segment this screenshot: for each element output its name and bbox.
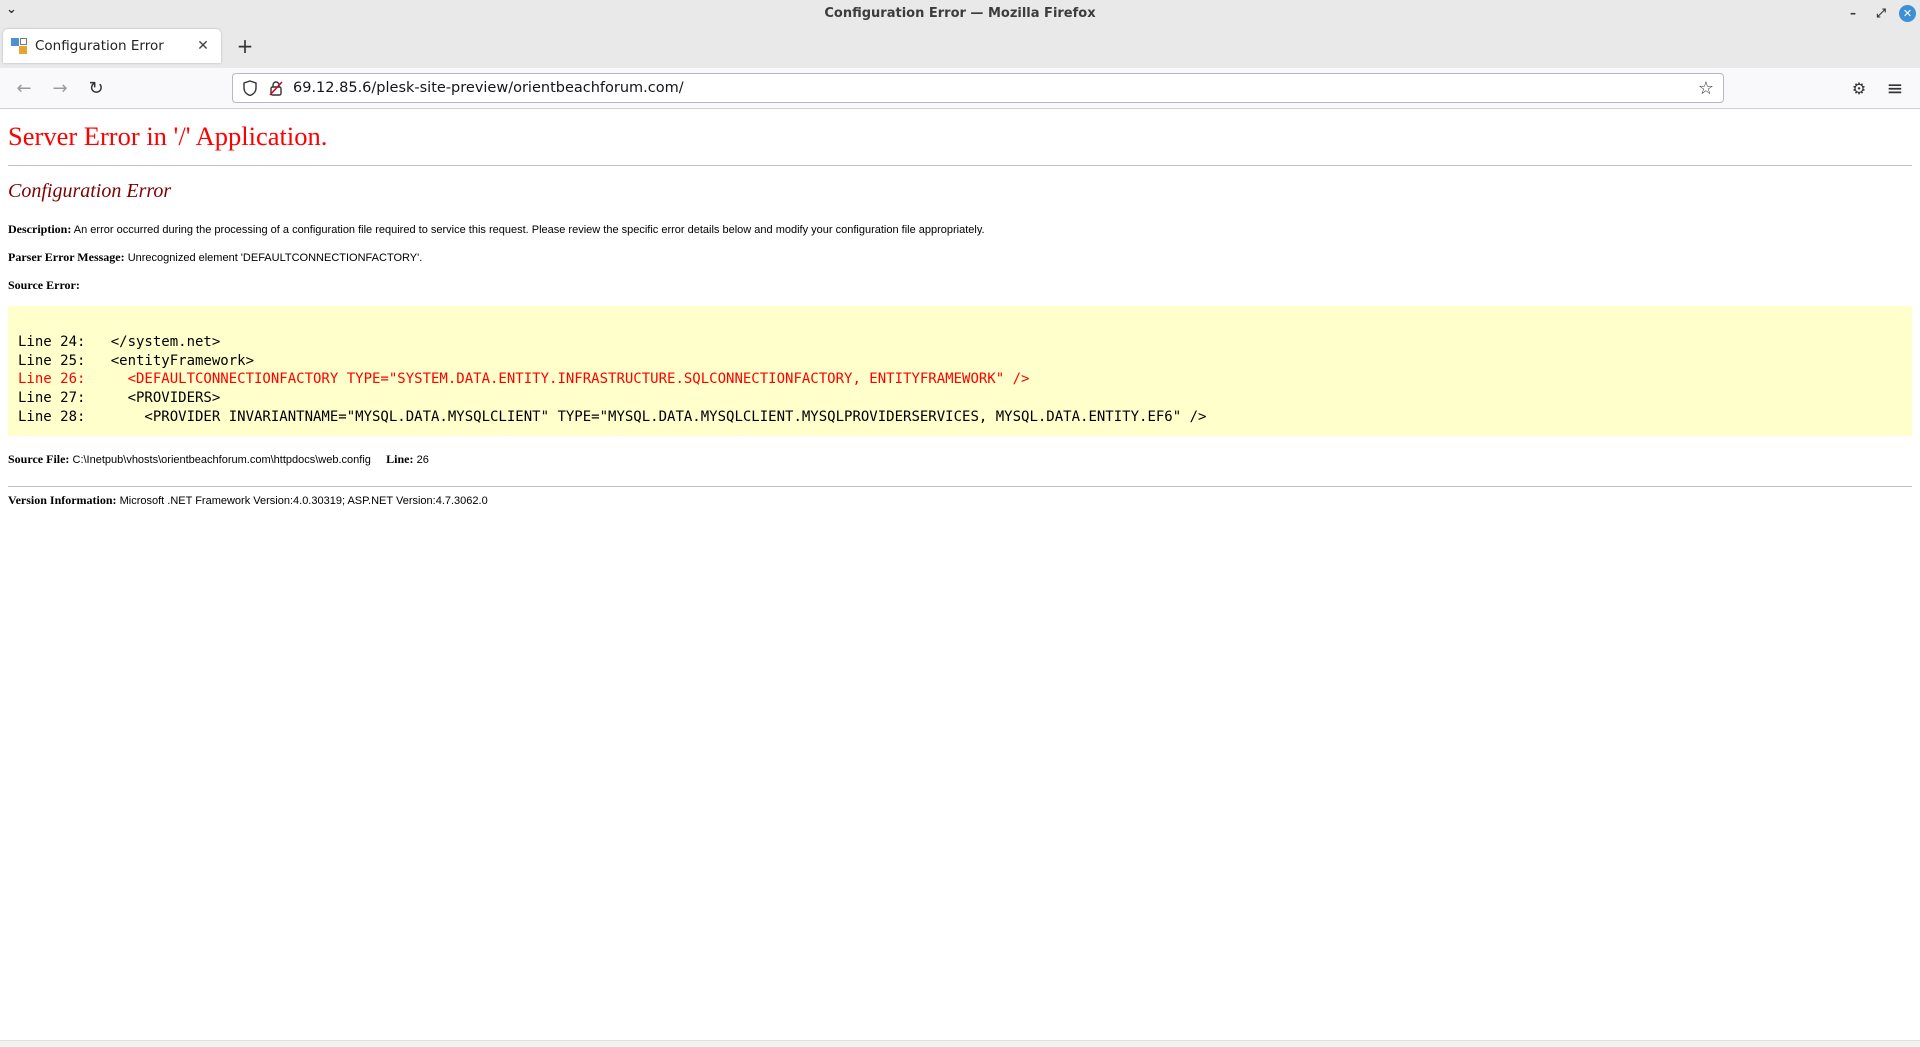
- window-title: Configuration Error — Mozilla Firefox: [824, 5, 1096, 21]
- reload-button[interactable]: ↻: [82, 74, 110, 102]
- tab-strip: Configuration Error ✕ +: [0, 26, 1920, 68]
- divider: [8, 165, 1912, 166]
- parser-error-line: Parser Error Message: Unrecognized eleme…: [8, 250, 422, 265]
- url-text[interactable]: 69.12.85.6/plesk-site-preview/orientbeac…: [293, 80, 1695, 96]
- close-window-button[interactable]: ✕: [1899, 4, 1916, 22]
- forward-button[interactable]: →: [46, 74, 74, 102]
- window-controls: – ⤢ ✕: [1843, 3, 1916, 23]
- source-line-26-error: Line 26: <DEFAULTCONNECTIONFACTORY TYPE=…: [18, 371, 1030, 388]
- source-file-line: Source File: C:\Inetpub\vhosts\orientbea…: [8, 452, 429, 467]
- page-content: Server Error in '/' Application. Configu…: [0, 109, 1920, 1047]
- line-label: Line:: [386, 452, 414, 466]
- description-text: An error occurred during the processing …: [73, 224, 985, 236]
- version-label: Version Information:: [8, 493, 117, 507]
- error-subtitle: Configuration Error: [8, 180, 172, 202]
- source-line-24: Line 24: </system.net>: [18, 334, 221, 350]
- parser-error-label: Parser Error Message:: [8, 250, 125, 264]
- source-line-28: Line 28: <PROVIDER INVARIANTNAME="MYSQL.…: [18, 408, 1207, 425]
- maximize-button[interactable]: ⤢: [1871, 3, 1891, 23]
- url-bar[interactable]: 69.12.85.6/plesk-site-preview/orientbeac…: [232, 73, 1724, 103]
- close-tab-icon[interactable]: ✕: [193, 36, 213, 56]
- chevron-down-icon[interactable]: ⌄: [6, 2, 17, 17]
- page-title: Server Error in '/' Application.: [8, 121, 328, 151]
- tab-label: Configuration Error: [35, 38, 164, 54]
- shield-icon[interactable]: [239, 77, 261, 99]
- window-bottom-edge: [0, 1040, 1920, 1047]
- source-line-27: Line 27: <PROVIDERS>: [18, 390, 221, 407]
- source-error-label: Source Error:: [8, 278, 80, 292]
- description-line: Description: An error occurred during th…: [8, 222, 985, 237]
- back-button[interactable]: ←: [10, 74, 38, 102]
- minimize-button[interactable]: –: [1843, 3, 1863, 23]
- version-info-line: Version Information: Microsoft .NET Fram…: [8, 493, 488, 508]
- description-label: Description:: [8, 222, 72, 236]
- source-error-line: Source Error:: [8, 278, 80, 293]
- parser-error-text: Unrecognized element 'DEFAULTCONNECTIONF…: [127, 252, 423, 264]
- bookmark-star-icon[interactable]: ☆: [1695, 77, 1717, 99]
- insecure-lock-icon[interactable]: [265, 77, 287, 99]
- divider: [8, 486, 1912, 487]
- navigation-bar: ← → ↻ 69.12.85.6/plesk-site-preview/orie…: [0, 68, 1920, 109]
- source-code-block: Line 24: </system.net> Line 25: <entityF…: [8, 306, 1912, 436]
- new-tab-button[interactable]: +: [234, 34, 256, 58]
- source-file-path: C:\Inetpub\vhosts\orientbeachforum.com\h…: [72, 454, 371, 466]
- line-number: 26: [416, 454, 429, 466]
- tab-configuration-error[interactable]: Configuration Error ✕: [3, 29, 221, 63]
- source-file-label: Source File:: [8, 452, 70, 466]
- window-titlebar: ⌄ Configuration Error — Mozilla Firefox …: [0, 0, 1920, 26]
- hamburger-menu-icon[interactable]: ≡: [1881, 74, 1909, 102]
- version-text: Microsoft .NET Framework Version:4.0.303…: [119, 495, 488, 507]
- favicon-icon: [11, 38, 27, 54]
- source-line-25: Line 25: <entityFramework>: [18, 352, 255, 369]
- extensions-icon[interactable]: ⚙: [1845, 74, 1873, 102]
